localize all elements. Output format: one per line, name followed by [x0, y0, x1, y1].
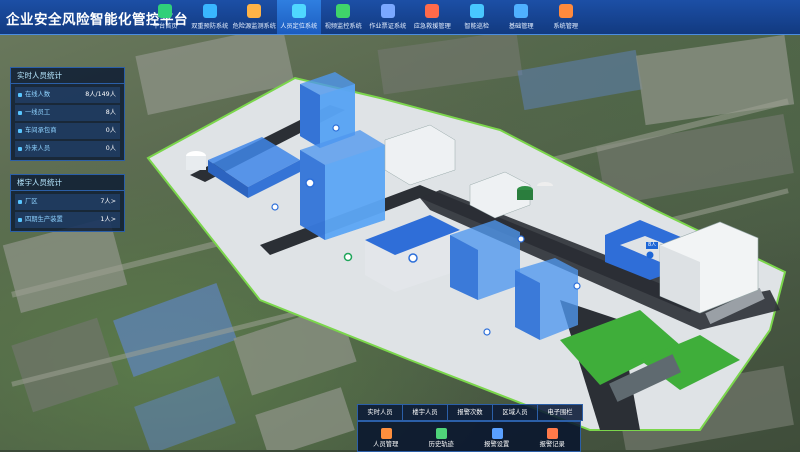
- action-button-0[interactable]: 人员管理: [358, 422, 414, 451]
- bullet-icon: [18, 129, 22, 133]
- inspect-icon: [469, 4, 484, 18]
- grid-icon: [514, 4, 529, 18]
- bullet-icon: [18, 147, 22, 151]
- nav-item-2[interactable]: 危险源监测系统: [232, 0, 277, 34]
- camera-icon: [336, 4, 351, 18]
- nav-item-6[interactable]: 应急救援管理: [410, 0, 455, 34]
- stat-value: 8人/149人: [85, 91, 116, 98]
- action-label: 报警记录: [539, 441, 565, 448]
- top-header: 企业安全风险智能化管控平台 平台首页 双重预防系统 危险源监测系统 人员定位系统 视频监…: [0, 0, 800, 35]
- bottom-tabs: 实时人员 楼宇人员 报警次数 区域人员 电子围栏: [357, 404, 583, 421]
- tab-4[interactable]: 电子围栏: [538, 405, 582, 420]
- realtime-stats-panel: 实时人员统计 在线人数 8人/149人 一线员工 8人 车间承包商 0人 外来人员 0人: [10, 67, 125, 161]
- action-button-2[interactable]: 报警设置: [469, 422, 525, 451]
- history-icon: [436, 428, 448, 439]
- stat-label: 四期生产装置: [25, 216, 63, 223]
- tab-0[interactable]: 实时人员: [358, 405, 403, 420]
- gear-icon: [558, 4, 573, 18]
- stat-label: 一线员工: [25, 109, 51, 116]
- bullet-icon: [18, 93, 22, 97]
- stat-value: 1人>: [100, 216, 116, 223]
- stat-row[interactable]: 一线员工 8人: [15, 105, 120, 121]
- stat-row[interactable]: 外来人员 0人: [15, 141, 120, 157]
- tab-1[interactable]: 楼宇人员: [403, 405, 448, 420]
- stat-label: 外来人员: [25, 145, 51, 152]
- nav-item-0[interactable]: 平台首页: [143, 0, 188, 34]
- building-stats-panel: 楼宇人员统计 厂区 7人> 四期生产装置 1人>: [10, 174, 125, 232]
- nav-label: 视频监控系统: [324, 23, 362, 30]
- tab-2[interactable]: 报警次数: [448, 405, 493, 420]
- tab-3[interactable]: 区域人员: [493, 405, 538, 420]
- alarm-record-icon: [547, 428, 559, 439]
- alert-icon: [425, 4, 440, 18]
- action-button-1[interactable]: 历史轨迹: [414, 422, 470, 451]
- nav-label: 危险源监测系统: [232, 23, 276, 30]
- user-manage-icon: [380, 428, 392, 439]
- home-icon: [158, 4, 173, 18]
- stat-value: 8人: [105, 109, 116, 116]
- alarm-settings-icon: [491, 428, 503, 439]
- stat-label: 车间承包商: [25, 127, 57, 134]
- nav-item-7[interactable]: 智能巡检: [455, 0, 500, 34]
- nav-item-4[interactable]: 视频监控系统: [321, 0, 366, 34]
- ticket-icon: [380, 4, 395, 18]
- panel-title: 楼宇人员统计: [11, 175, 124, 191]
- stat-value: 0人: [105, 127, 116, 134]
- bullet-icon: [18, 111, 22, 115]
- location-icon: [291, 4, 306, 18]
- nav-item-8[interactable]: 基础管理: [499, 0, 544, 34]
- bottom-actions: 人员管理 历史轨迹 报警设置 报警记录: [357, 421, 581, 452]
- nav-item-9[interactable]: 系统管理: [544, 0, 589, 34]
- nav-label: 平台首页: [152, 23, 178, 30]
- nav-item-3[interactable]: 人员定位系统: [276, 0, 321, 34]
- action-label: 历史轨迹: [428, 441, 454, 448]
- nav-label: 智能巡检: [464, 23, 490, 30]
- action-label: 报警设置: [484, 441, 510, 448]
- action-label: 人员管理: [373, 441, 399, 448]
- stat-label: 在线人数: [25, 91, 51, 98]
- nav-item-5[interactable]: 作业票证系统: [366, 0, 411, 34]
- nav-label: 人员定位系统: [280, 23, 318, 30]
- stat-value: 0人: [105, 145, 116, 152]
- stat-row[interactable]: 四期生产装置 1人>: [15, 212, 120, 228]
- stat-row[interactable]: 厂区 7人>: [15, 194, 120, 210]
- stat-row[interactable]: 车间承包商 0人: [15, 123, 120, 139]
- panel-title: 实时人员统计: [11, 68, 124, 84]
- bullet-icon: [18, 200, 22, 204]
- nav-label: 应急救援管理: [413, 23, 451, 30]
- action-button-3[interactable]: 报警记录: [525, 422, 581, 451]
- nav-label: 系统管理: [553, 23, 579, 30]
- stat-value: 7人>: [100, 198, 116, 205]
- nav-label: 双重预防系统: [191, 23, 229, 30]
- stat-row[interactable]: 在线人数 8人/149人: [15, 87, 120, 103]
- main-nav: 平台首页 双重预防系统 危险源监测系统 人员定位系统 视频监控系统 作业票证系统 应急救援管…: [143, 0, 588, 34]
- warning-monitor-icon: [247, 4, 262, 18]
- nav-label: 基础管理: [508, 23, 534, 30]
- nav-label: 作业票证系统: [369, 23, 407, 30]
- nav-item-1[interactable]: 双重预防系统: [188, 0, 233, 34]
- shield-icon: [202, 4, 217, 18]
- bullet-icon: [18, 218, 22, 222]
- map-tag[interactable]: 8人: [646, 242, 659, 249]
- stat-label: 厂区: [25, 198, 38, 205]
